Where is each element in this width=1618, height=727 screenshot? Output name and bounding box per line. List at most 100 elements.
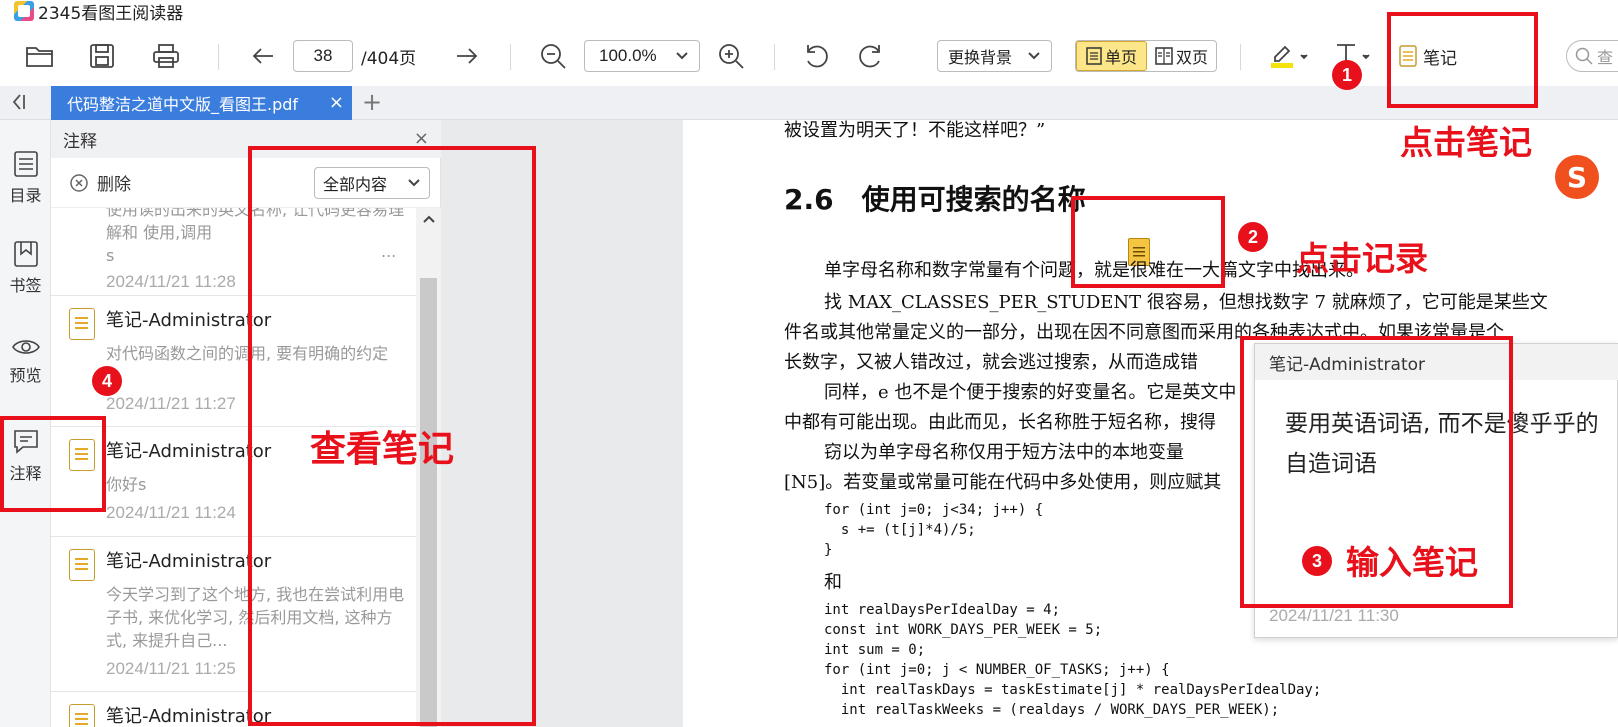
note-time: 2024/11/21 11:27: [106, 394, 236, 413]
filter-select[interactable]: 全部内容: [314, 167, 430, 199]
rail-item-toc[interactable]: 目录: [0, 150, 51, 206]
delete-label: 删除: [97, 175, 131, 195]
print-icon[interactable]: [150, 30, 182, 82]
rail-label: 注释: [9, 464, 42, 483]
add-tab-icon[interactable]: +: [362, 88, 382, 116]
note-body: 使用读的出来的英文名称, 让代码更容易理解和 使用,调用: [106, 208, 405, 242]
note-textarea[interactable]: 要用英语词语, 而不是傻乎乎的自造词语: [1285, 404, 1615, 484]
page-text-line: 和: [824, 572, 842, 593]
zoom-out-icon[interactable]: [538, 30, 568, 82]
page-text-line: 被设置为明天了！不能这样吧？”: [784, 120, 1046, 141]
page-number-input[interactable]: [293, 40, 353, 72]
popup-title: 笔记-Administrator: [1255, 344, 1618, 380]
double-page-button[interactable]: 双页: [1147, 41, 1216, 71]
section-heading: 2.6 使用可搜索的名称: [784, 183, 1086, 216]
ime-icon[interactable]: S: [1555, 155, 1599, 199]
note-icon: [1399, 45, 1417, 67]
close-tab-icon[interactable]: ×: [329, 92, 344, 113]
note-label: 笔记: [1423, 48, 1457, 69]
note-title: 笔记-Administrator: [106, 551, 272, 572]
step-badge-3: 3: [1302, 546, 1332, 576]
chevron-down-icon: [1028, 52, 1040, 60]
page-text-line: 件名或其他常量定义的一部分，出现在因不同意图而采用的各种表达式中。如果该常量是个: [784, 322, 1504, 343]
search-input[interactable]: 查: [1566, 40, 1618, 72]
popup-time: 2024/11/21 11:30: [1269, 606, 1399, 625]
note-icon: [69, 549, 95, 581]
note-title: 笔记-Administrator: [106, 310, 272, 331]
chevron-up-icon[interactable]: [422, 214, 436, 224]
prev-page-icon[interactable]: [248, 30, 278, 82]
zoom-in-icon[interactable]: [716, 30, 746, 82]
rail-item-bookmark[interactable]: 书签: [0, 240, 51, 296]
note-title: 笔记-Administrator: [106, 441, 272, 462]
page-text-line: 窃以为单字母名称仅用于短方法中的本地变量: [824, 442, 1184, 463]
list-item[interactable]: 笔记-Administrator 对代码函数之间的调用, 要有明确的约定 202…: [51, 296, 416, 427]
note-icon: [69, 439, 95, 471]
double-page-icon: [1155, 47, 1173, 65]
left-rail: 目录 书签 预览 注释: [0, 120, 51, 727]
filter-label: 全部内容: [323, 175, 388, 194]
comment-icon: [13, 430, 38, 454]
code-line: int realTaskWeeks = (realdays / WORK_DAY…: [824, 702, 1280, 718]
close-panel-icon[interactable]: ×: [414, 128, 429, 149]
zoom-select[interactable]: 100.0%: [584, 40, 700, 72]
rail-label: 预览: [9, 366, 42, 385]
single-page-icon: [1086, 47, 1102, 65]
step-badge-2: 2: [1238, 222, 1268, 252]
bookmark-icon: [13, 241, 38, 267]
rotate-right-icon[interactable]: [855, 30, 887, 82]
rail-label: 目录: [9, 186, 42, 205]
chevron-down-icon: [676, 52, 688, 60]
code-line: }: [824, 542, 833, 558]
search-icon: [1575, 47, 1593, 65]
panel-title: 注释: [63, 131, 97, 152]
page-text-line: 单字母名称和数字常量有个问题，就是很难在一大篇文字中找出来。: [824, 260, 1364, 281]
chevron-down-icon: [408, 179, 420, 187]
rail-item-annotation[interactable]: 注释: [0, 428, 51, 484]
note-button[interactable]: 笔记: [1399, 30, 1457, 82]
scroll-thumb[interactable]: [420, 278, 437, 727]
delete-button[interactable]: 删除: [69, 170, 131, 195]
single-page-label: 单页: [1104, 48, 1137, 67]
page-text-line: [N5]。若变量或常量可能在代码中多处使用，则应赋其: [784, 472, 1222, 493]
code-line: int realTaskDays = taskEstimate[j] * rea…: [824, 682, 1322, 698]
note-icon: [69, 308, 95, 340]
callout-view-notes: 查看笔记: [310, 429, 455, 470]
callout-click-record: 点击记录: [1296, 239, 1428, 278]
view-mode-group: 单页 双页: [1075, 40, 1217, 72]
code-line: const int WORK_DAYS_PER_WEEK = 5;: [824, 622, 1103, 638]
page-text-line: 找 MAX_CLASSES_PER_STUDENT 很容易，但想找数字 7 就麻…: [824, 292, 1548, 313]
highlighter-icon[interactable]: [1266, 30, 1312, 82]
search-placeholder: 查: [1597, 48, 1614, 67]
note-body-extra: s: [106, 246, 115, 265]
step-badge-4: 4: [92, 366, 122, 396]
rotate-left-icon[interactable]: [800, 30, 832, 82]
list-item[interactable]: 笔记-Administrator 今天学习到了这个地方, 我也在尝试利用电子书,…: [51, 537, 416, 692]
document-tab[interactable]: 代码整洁之道中文版_看图王.pdf ×: [51, 86, 352, 120]
panel-header: 注释 ×: [51, 120, 441, 158]
note-time: 2024/11/21 11:28: [106, 272, 236, 291]
note-time: 2024/11/21 11:24: [106, 503, 236, 522]
rail-item-preview[interactable]: 预览: [0, 336, 51, 386]
collapse-sidebar-icon[interactable]: [10, 92, 28, 117]
page-total: /404页: [361, 48, 417, 69]
callout-click-note: 点击笔记: [1400, 123, 1532, 162]
callout-input-note: 输入笔记: [1346, 543, 1478, 582]
toolbar: /404页 100.0% 更换背景 单页 双页: [0, 30, 1618, 82]
delete-circle-icon: [70, 173, 88, 192]
save-icon[interactable]: [86, 30, 118, 82]
background-label: 更换背景: [948, 48, 1013, 67]
panel-actions: 删除 全部内容: [51, 158, 441, 208]
double-page-label: 双页: [1175, 48, 1208, 67]
open-folder-icon[interactable]: [24, 30, 56, 82]
single-page-button[interactable]: 单页: [1076, 41, 1147, 71]
page-text-line: 同样，e 也不是个便于搜索的好变量名。它是英文中: [824, 382, 1237, 403]
next-page-icon[interactable]: [452, 30, 482, 82]
rail-label: 书签: [9, 276, 42, 295]
list-item[interactable]: 笔记-Administrator: [51, 692, 416, 727]
code-line: s += (t[j]*4)/5;: [824, 522, 976, 538]
tab-bar: 代码整洁之道中文版_看图王.pdf × +: [0, 86, 1618, 120]
code-line: for (int j=0; j<34; j++) {: [824, 502, 1044, 518]
change-background-select[interactable]: 更换背景: [937, 40, 1052, 72]
list-item[interactable]: 使用读的出来的英文名称, 让代码更容易理解和 使用,调用 s ... 2024/…: [51, 208, 416, 296]
